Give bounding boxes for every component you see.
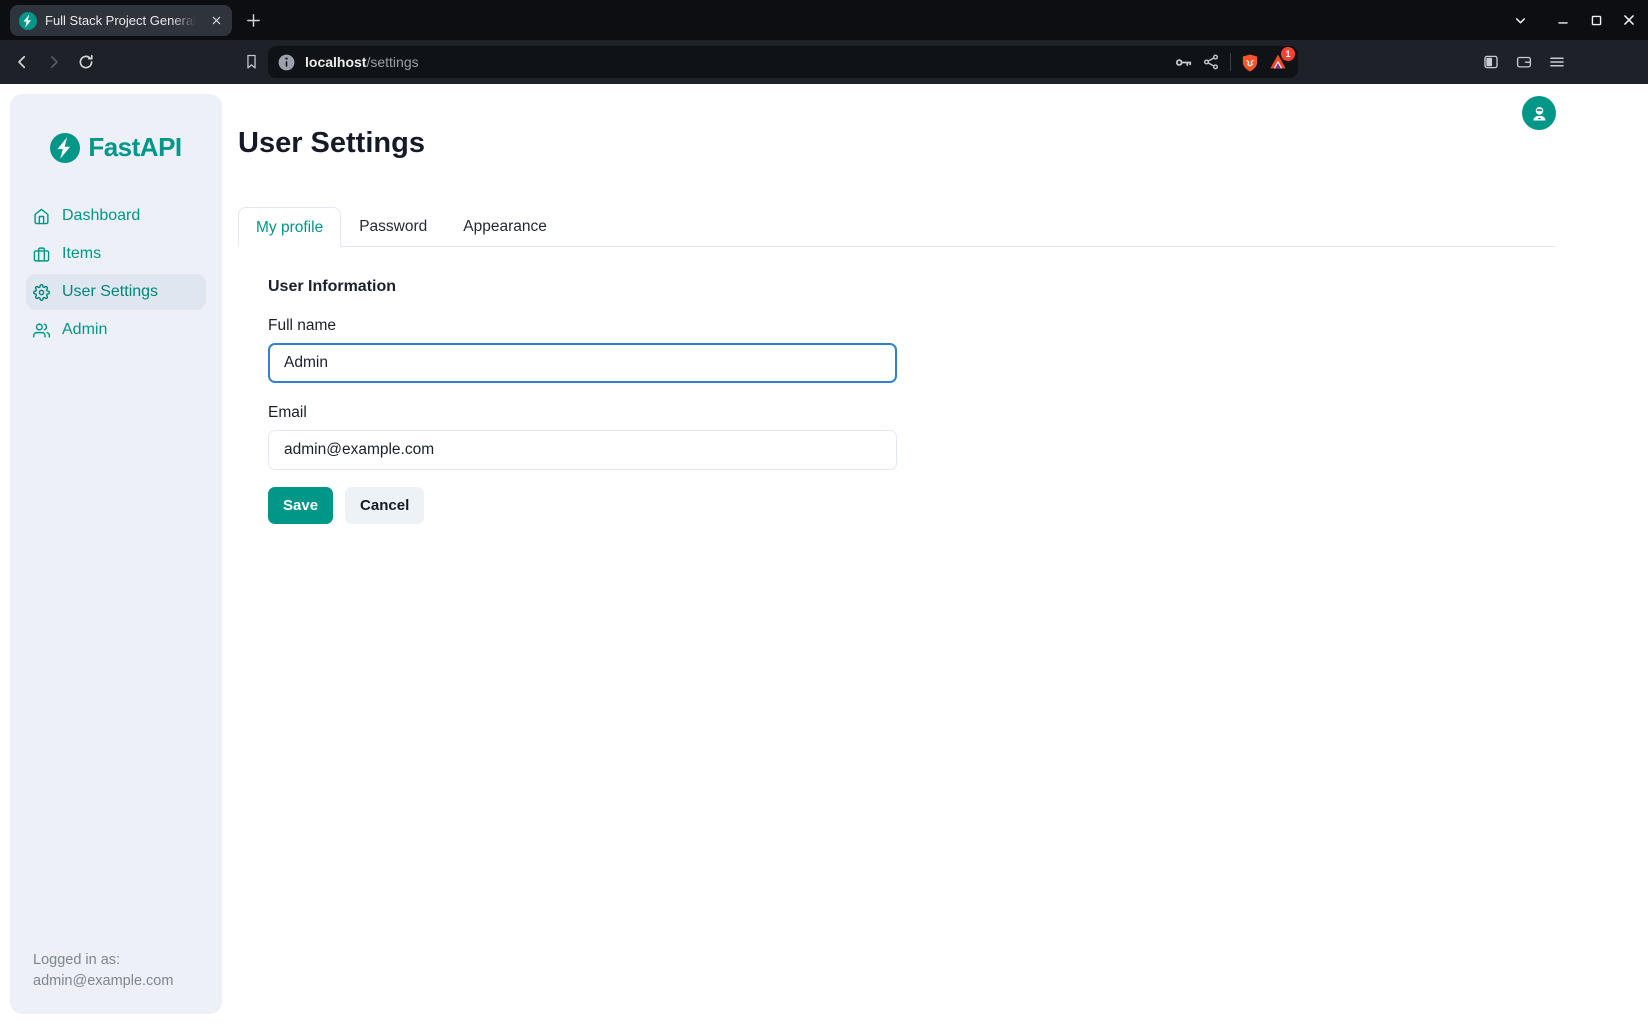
full-name-input[interactable]: [268, 343, 897, 383]
logo-text: FastAPI: [88, 132, 181, 163]
window-controls: [1511, 0, 1638, 40]
users-icon: [33, 322, 50, 339]
email-input[interactable]: [268, 430, 897, 470]
sidebar-item-items[interactable]: Items: [10, 235, 222, 273]
sidebar-item-dashboard[interactable]: Dashboard: [10, 197, 222, 235]
fastapi-logo: FastAPI: [10, 132, 222, 163]
tab-my-profile[interactable]: My profile: [238, 207, 341, 247]
fastapi-favicon: [19, 12, 37, 30]
logged-in-label: Logged in as:: [33, 950, 173, 971]
fastapi-bolt-icon: [50, 133, 80, 163]
cancel-button[interactable]: Cancel: [345, 487, 424, 524]
minimize-icon[interactable]: [1554, 11, 1572, 29]
rewards-badge: 1: [1281, 47, 1295, 61]
key-icon[interactable]: [1174, 53, 1193, 72]
gear-icon: [33, 284, 50, 301]
maximize-icon[interactable]: [1587, 11, 1605, 29]
section-title: User Information: [268, 278, 1556, 296]
sidebar-item-admin[interactable]: Admin: [10, 311, 222, 349]
forward-icon[interactable]: [45, 53, 63, 71]
logged-in-email: admin@example.com: [33, 971, 173, 992]
sidebar-item-label: User Settings: [62, 283, 158, 301]
browser-toolbar: localhost/settings 1: [0, 40, 1648, 84]
home-icon: [33, 208, 50, 225]
logged-in-info: Logged in as: admin@example.com: [33, 950, 173, 992]
tab-title: Full Stack Project Generat: [45, 13, 199, 28]
settings-tabs: My profile Password Appearance: [238, 207, 1556, 247]
sidebar-item-user-settings[interactable]: User Settings: [26, 274, 206, 310]
tab-appearance[interactable]: Appearance: [445, 207, 565, 246]
menu-icon[interactable]: [1548, 53, 1566, 71]
wallet-icon[interactable]: [1515, 53, 1533, 71]
chevron-down-icon[interactable]: [1511, 11, 1529, 29]
page-content: FastAPI Dashboard Items: [0, 84, 1648, 1025]
sidebar: FastAPI Dashboard Items: [10, 94, 222, 1014]
user-information-form: User Information Full name Email Save Ca…: [238, 247, 1556, 524]
browser-tab[interactable]: Full Stack Project Generat: [10, 5, 232, 36]
sidebar-item-label: Dashboard: [62, 207, 140, 225]
full-name-label: Full name: [268, 317, 1556, 335]
sidebar-panel-icon[interactable]: [1482, 53, 1500, 71]
brave-rewards-icon[interactable]: 1: [1268, 52, 1288, 72]
url-text[interactable]: localhost/settings: [305, 54, 419, 70]
browser-tab-strip: Full Stack Project Generat: [0, 0, 1648, 40]
save-button[interactable]: Save: [268, 487, 333, 524]
tab-close-icon[interactable]: [207, 12, 225, 30]
user-astronaut-icon: [1530, 104, 1549, 123]
user-menu-button[interactable]: [1522, 96, 1556, 130]
new-tab-button[interactable]: [242, 9, 264, 31]
reload-icon[interactable]: [77, 53, 95, 71]
brave-shield-icon[interactable]: [1240, 53, 1259, 72]
email-label: Email: [268, 404, 1556, 422]
address-bar[interactable]: localhost/settings 1: [268, 46, 1298, 78]
url-path: /settings: [366, 54, 418, 70]
back-icon[interactable]: [13, 53, 31, 71]
page-title: User Settings: [238, 127, 1556, 160]
form-buttons: Save Cancel: [268, 487, 1556, 524]
main-content: User Settings My profile Password Appear…: [238, 84, 1556, 1025]
toolbar-divider: [1230, 53, 1231, 71]
sidebar-nav: Dashboard Items User Settings: [10, 197, 222, 349]
toolbar-right-group: [1482, 53, 1566, 71]
tab-password[interactable]: Password: [341, 207, 445, 246]
info-icon[interactable]: [277, 53, 296, 72]
sidebar-item-label: Admin: [62, 321, 107, 339]
bookmark-icon[interactable]: [243, 53, 261, 71]
share-icon[interactable]: [1202, 53, 1221, 72]
sidebar-item-label: Items: [62, 245, 101, 263]
url-host: localhost: [305, 54, 366, 70]
window-close-icon[interactable]: [1620, 11, 1638, 29]
briefcase-icon: [33, 246, 50, 263]
